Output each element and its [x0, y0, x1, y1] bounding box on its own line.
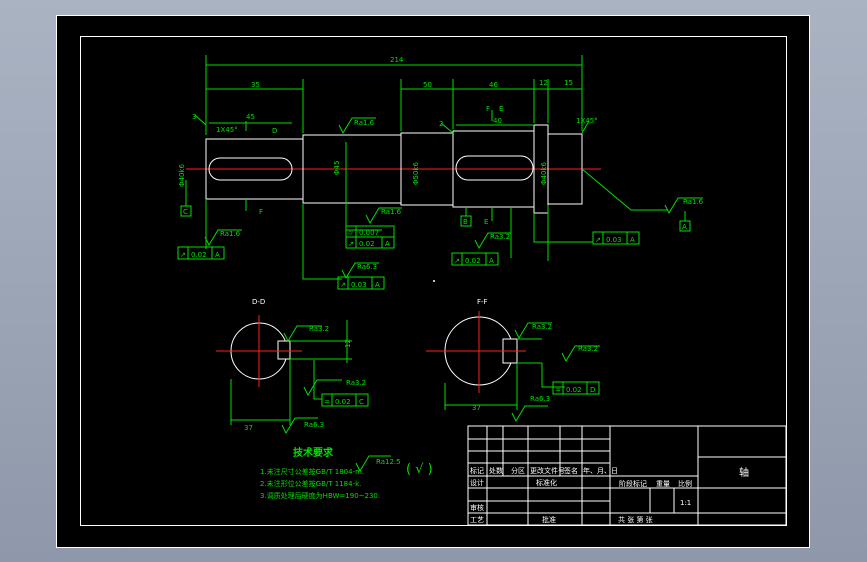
tb-sheets: 共 张 第 张	[618, 515, 653, 524]
tb-label-change: 更改文件号	[530, 466, 565, 475]
tol3-datum: A	[489, 257, 494, 265]
dim-key-left: 45	[246, 113, 255, 121]
tb-design: 设计	[470, 478, 484, 487]
dim-dia-45: Φ45	[333, 161, 341, 175]
section-mark-e: E	[499, 105, 503, 113]
roughness-1: Ra1.6	[354, 119, 375, 127]
title-block: 标记 处数 分区 更改文件号 签名 年、月、日 设计 标准化 阶段标记 重量 比…	[467, 425, 787, 526]
roughness-3: Ra1.6	[683, 198, 704, 206]
sec-right-tol-value: 0.02	[566, 386, 582, 394]
tol1-value: 0.02	[191, 251, 207, 259]
tb-part-name: 轴	[739, 466, 749, 479]
dim-left-seg: 35	[251, 81, 260, 89]
dim-dia-right: Φ40k6	[540, 162, 548, 185]
tb-label-count: 处数	[489, 466, 503, 475]
tb-stage-mark: 阶段标记	[619, 479, 647, 488]
dim-tag-2: 2	[439, 120, 443, 128]
tb-label-sign: 签名	[564, 466, 578, 475]
tol3-value: 0.02	[465, 257, 481, 265]
sec-right-tol-datum: D	[590, 386, 595, 394]
dim-dia-mid: Φ50k6	[412, 162, 420, 185]
roughness-2: Ra1.6	[381, 208, 402, 216]
section-view-left: D-D 12 37 Ra3.2 Ra3.2 Ra6.3 = 0.02 C	[216, 298, 369, 435]
sec-left-tol-datum: C	[359, 398, 364, 406]
tol2b-symbol: ↗	[348, 240, 354, 248]
tol5-symbol: ↗	[340, 281, 346, 289]
notes-line-2: 2.未注形位公差按GB/T 1184-k.	[260, 479, 361, 488]
dim-small-b: 15	[564, 79, 573, 87]
dim-chamfer-left: 1X45°	[216, 126, 238, 134]
datum-a-label: A	[682, 223, 687, 231]
notes-general-roughness: Ra12.5	[376, 458, 401, 466]
tol2b-value: 0.02	[359, 240, 375, 248]
dim-right-seg: 46	[489, 81, 498, 89]
section-mark-f2: F	[486, 105, 490, 113]
dim-tag-3: 3	[192, 113, 196, 121]
tol1-datum: A	[215, 251, 220, 259]
dim-overall: 214	[390, 56, 404, 64]
dim-dia-left: Φ40k6	[178, 164, 186, 187]
tb-label-mark: 标记	[470, 466, 484, 475]
section-mark-d: D	[272, 127, 277, 135]
section-view-right: F-F 37 Ra3.2 Ra3.2 Ra6.3 = 0.02 D	[426, 298, 600, 423]
section-left-depth: 37	[244, 424, 253, 432]
section-title-right: F-F	[477, 298, 488, 306]
tb-label-date: 年、月、日	[583, 466, 618, 475]
technical-requirements: 技术要求 Ra12.5 ( √ ) 1.未注尺寸公差按GB/T 1804-m. …	[260, 446, 433, 500]
tol4-symbol: ↗	[595, 236, 601, 244]
section-right-r3: Ra6.3	[530, 395, 550, 403]
tol5-value: 0.03	[351, 281, 367, 289]
drawing-canvas: 214 35 50 46 12 15 45 40 3 2 1X45° 1X45°…	[56, 15, 810, 548]
sec-left-tol-symbol: =	[324, 398, 330, 406]
dim-chamfer-right: 1X45°	[576, 117, 598, 125]
keyway-right	[455, 155, 534, 181]
tb-approve: 批准	[542, 515, 556, 524]
tb-scale-label: 比例	[678, 479, 692, 488]
tol4-value: 0.03	[606, 236, 622, 244]
dim-small-a: 12	[539, 79, 548, 87]
notes-line-1: 1.未注尺寸公差按GB/T 1804-m.	[260, 467, 364, 476]
tb-scale: 1:1	[680, 499, 691, 507]
tol2a-symbol: ⌭	[348, 229, 353, 237]
section-left-r3: Ra6.3	[304, 421, 324, 429]
tol3-symbol: ↗	[454, 257, 460, 265]
shaft-main-view: 214 35 50 46 12 15 45 40 3 2 1X45° 1X45°…	[177, 55, 704, 290]
tol2b-datum: A	[385, 240, 390, 248]
section-mark-e2: E	[484, 218, 488, 226]
section-right-depth: 37	[472, 404, 481, 412]
tb-review: 审核	[470, 503, 484, 512]
notes-general-mark: ( √ )	[406, 462, 433, 477]
cad-viewport[interactable]: 214 35 50 46 12 15 45 40 3 2 1X45° 1X45°…	[0, 0, 867, 562]
tol4-datum: A	[630, 236, 635, 244]
tol5-datum: A	[375, 281, 380, 289]
sec-left-tol-value: 0.02	[335, 398, 351, 406]
section-mark-f: F	[259, 208, 263, 216]
cursor-dot	[433, 280, 435, 282]
sec-right-tol-symbol: =	[555, 386, 561, 394]
tb-weight: 重量	[656, 480, 670, 488]
section-left-width: 12	[344, 339, 352, 348]
drawing-sheet: 214 35 50 46 12 15 45 40 3 2 1X45° 1X45°…	[56, 15, 810, 548]
tb-process: 工艺	[470, 516, 484, 524]
section-right-r2: Ra3.2	[578, 345, 598, 353]
section-left-r1: Ra3.2	[309, 325, 329, 333]
tb-label-zone: 分区	[511, 466, 525, 475]
section-right-r1: Ra3.2	[532, 323, 552, 331]
outer-frame	[56, 15, 810, 548]
datum-c-label: C	[183, 208, 188, 216]
tb-standard: 标准化	[536, 478, 557, 487]
dim-mid-seg: 50	[423, 81, 432, 89]
notes-title: 技术要求	[293, 446, 334, 459]
notes-line-3: 3.调质处理后硬度为HBW=190~230.	[260, 491, 380, 500]
dim-key-right: 40	[493, 117, 502, 125]
roughness-4: Ra1.6	[220, 230, 241, 238]
section-left-r2: Ra3.2	[346, 379, 366, 387]
roughness-5: Ra3.2	[490, 233, 510, 241]
datum-b-label: B	[463, 218, 468, 226]
tol1-symbol: ↗	[180, 251, 186, 259]
tol2a-value: 0.007	[359, 229, 379, 237]
roughness-6: Ra6.3	[357, 263, 377, 271]
section-title-left: D-D	[252, 298, 265, 306]
